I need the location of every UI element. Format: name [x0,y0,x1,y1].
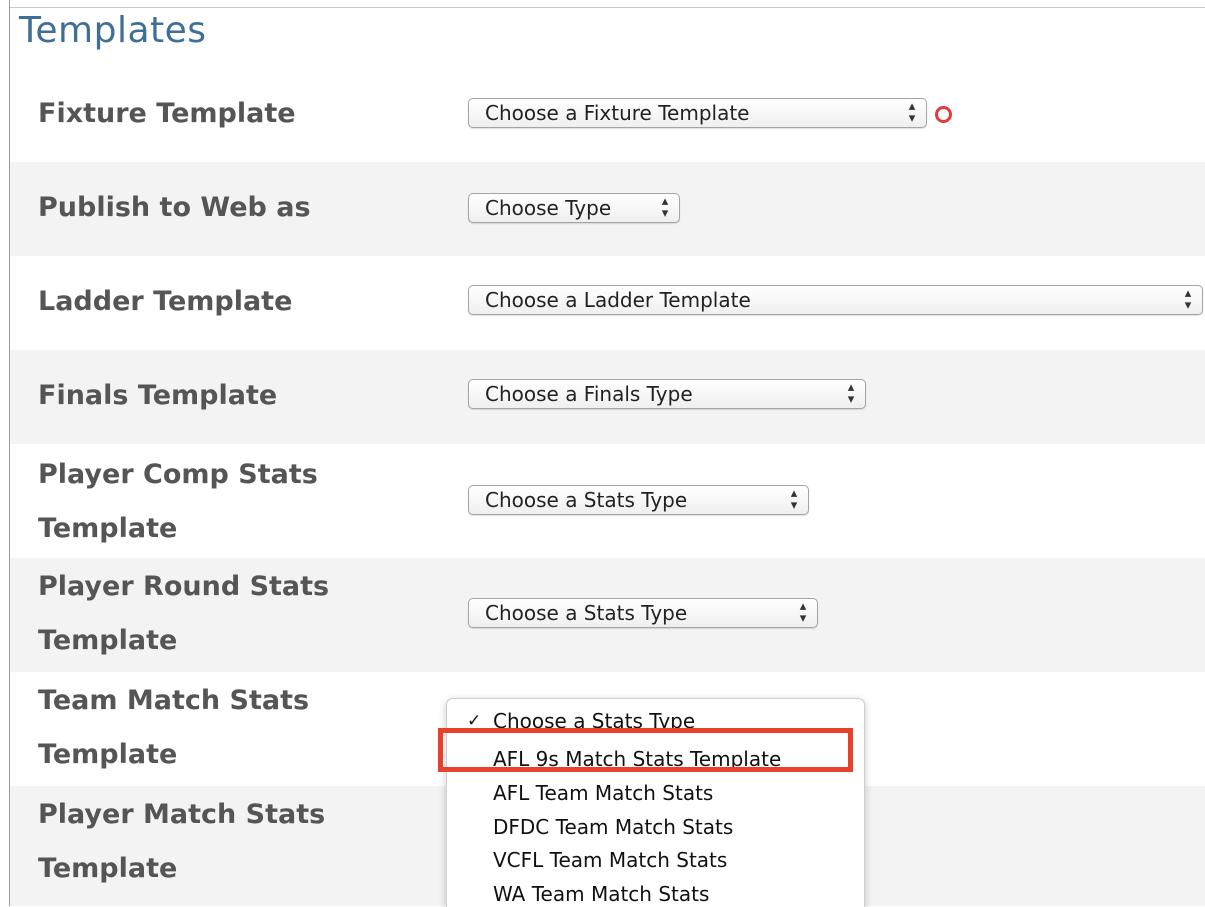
highlight-annotation-box [438,728,853,772]
select-arrows-icon: ▴ ▾ [847,380,855,407]
dropdown-option-label: DFDC Team Match Stats [493,815,734,839]
select-value: Choose a Ladder Template [485,288,751,312]
select-arrows-icon: ▴ ▾ [1184,286,1192,313]
select-value: Choose a Stats Type [485,601,688,625]
select-value: Choose a Stats Type [485,488,688,512]
required-star-icon [935,106,952,123]
row-label: Publish to Web as [38,192,311,223]
player-round-stats-select[interactable]: Choose a Stats Type ▴ ▾ [468,598,818,628]
dropdown-option-wa-team[interactable]: WA Team Match Stats [447,877,864,907]
select-arrows-icon: ▴ ▾ [661,194,669,221]
select-value: Choose a Finals Type [485,382,693,406]
publish-type-select[interactable]: Choose Type ▴ ▾ [468,193,680,223]
finals-type-select[interactable]: Choose a Finals Type ▴ ▾ [468,379,866,409]
section-title: Templates [19,10,207,51]
select-arrows-icon: ▴ ▾ [908,99,916,126]
ladder-template-select[interactable]: Choose a Ladder Template ▴ ▾ [468,285,1203,315]
row-label: Fixture Template [38,98,296,129]
row-label: Player Round Stats Template [38,571,330,656]
player-comp-stats-select[interactable]: Choose a Stats Type ▴ ▾ [468,485,809,515]
dropdown-option-dfdc-team[interactable]: DFDC Team Match Stats [447,810,864,844]
frame-border-top [9,7,1205,8]
row-label: Player Match Stats Template [38,799,326,884]
select-value: Choose a Fixture Template [485,101,750,125]
select-arrows-icon: ▴ ▾ [790,486,798,513]
select-arrows-icon: ▴ ▾ [799,599,807,626]
dropdown-option-vcfl-team[interactable]: VCFL Team Match Stats [447,843,864,877]
dropdown-option-label: VCFL Team Match Stats [493,848,728,872]
dropdown-option-label: AFL Team Match Stats [493,781,714,805]
dropdown-option-label: WA Team Match Stats [493,882,710,906]
fixture-template-select[interactable]: Choose a Fixture Template ▴ ▾ [468,98,927,128]
row-label: Player Comp Stats Template [38,459,318,544]
row-label: Ladder Template [38,286,293,317]
dropdown-option-afl-team[interactable]: AFL Team Match Stats [447,776,864,810]
row-label: Finals Template [38,380,278,411]
row-label: Team Match Stats Template [38,685,310,770]
select-value: Choose Type [485,196,612,220]
